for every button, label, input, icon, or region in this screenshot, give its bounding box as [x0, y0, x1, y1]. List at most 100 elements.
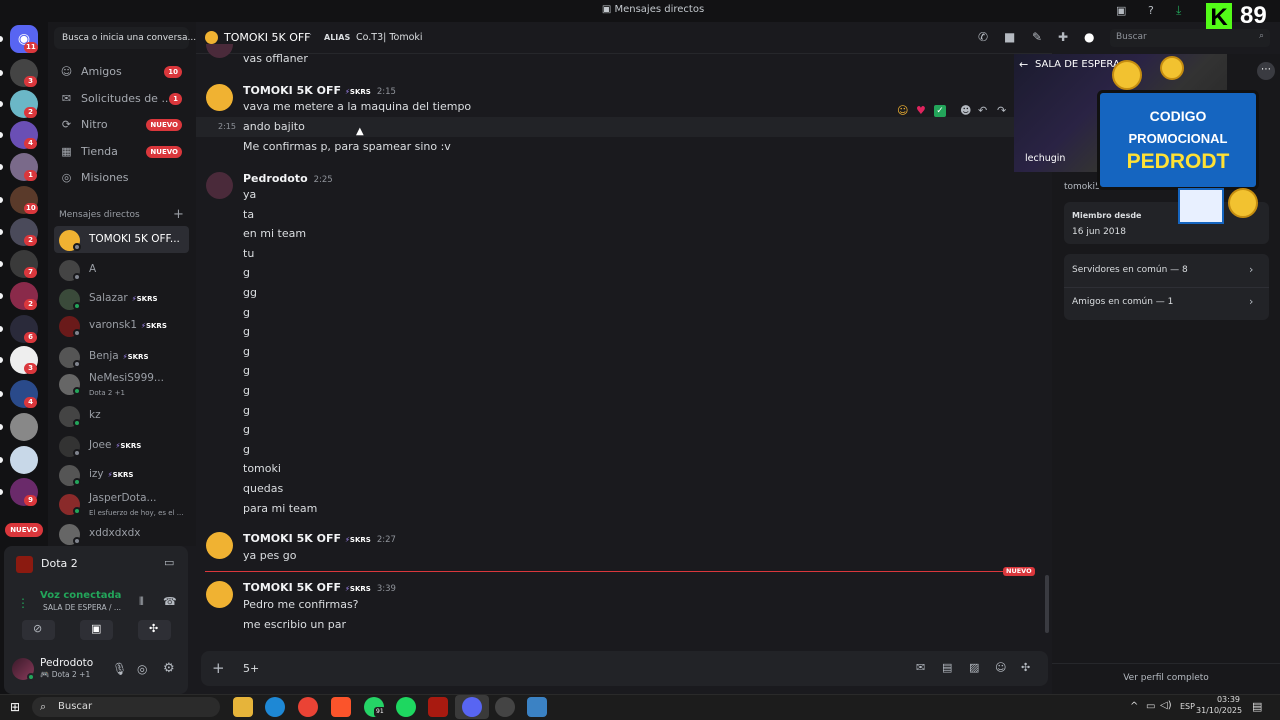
disconnect-icon[interactable]: ☎	[163, 595, 177, 608]
calculator-icon[interactable]	[527, 697, 547, 717]
download-icon[interactable]: ⤓	[1176, 3, 1181, 18]
dm-item[interactable]: izy ⚡SKRS	[54, 461, 189, 488]
message-timestamp: 2:15	[218, 122, 236, 131]
brave-icon[interactable]	[331, 697, 351, 717]
reaction-laugh-icon[interactable]: ☺	[897, 104, 908, 117]
search-input[interactable]: Buscar ⌕	[1110, 29, 1270, 47]
mutual-friends[interactable]: Amigos en común — 1	[1072, 297, 1173, 307]
tray-chevron-icon[interactable]: ^	[1130, 701, 1138, 712]
volume-icon[interactable]: ◁)	[1160, 700, 1172, 711]
nav-quests[interactable]: ◎ Misiones	[53, 166, 190, 190]
dm-item[interactable]: varonsk1 ⚡SKRS	[54, 312, 189, 339]
add-attachment-icon[interactable]: +	[212, 659, 225, 677]
mutual-servers[interactable]: Servidores en común — 8	[1072, 265, 1188, 275]
nav-shop[interactable]: ▦ Tienda NUEVO	[53, 140, 190, 164]
file-explorer-icon[interactable]	[233, 697, 253, 717]
member-since-date: 16 jun 2018	[1072, 227, 1126, 237]
video-off-button[interactable]: ⊘	[22, 620, 55, 640]
voice-activity-icon[interactable]: ⦀	[139, 595, 144, 609]
new-servers-badge[interactable]: NUEVO	[5, 523, 43, 537]
help-icon[interactable]: ?	[1148, 4, 1154, 17]
reply-icon[interactable]: ↶	[978, 104, 987, 117]
discord-taskbar-icon[interactable]	[462, 697, 482, 717]
headphones-icon[interactable]: ◎	[137, 662, 147, 676]
server-icon[interactable]	[10, 446, 38, 474]
create-dm-icon[interactable]: +	[173, 207, 184, 222]
nav-label: Nitro	[81, 118, 108, 131]
dota-taskbar-icon[interactable]	[428, 697, 448, 717]
message-avatar[interactable]	[206, 532, 233, 559]
find-conversation-button[interactable]: Busca o inicia una conversa...	[54, 27, 196, 49]
more-options-icon[interactable]: ⋯	[1257, 62, 1275, 80]
voice-channel[interactable]: SALA DE ESPERA / ...	[43, 603, 121, 612]
inbox-icon[interactable]: ▣	[1116, 4, 1126, 17]
dm-item[interactable]: TOMOKI 5K OFF...	[54, 226, 189, 253]
message-author[interactable]: TOMOKI 5K OFF ⚡SKRS 2:27	[243, 532, 396, 545]
settings-icon[interactable]: ⚙	[163, 661, 175, 676]
back-icon[interactable]: ←	[1019, 58, 1028, 71]
new-messages-divider	[205, 571, 1031, 572]
message-avatar[interactable]	[206, 581, 233, 608]
message-avatar[interactable]	[206, 172, 233, 199]
message-actions: ☺ ♥ ✓ ☻ ↶ ↷	[897, 104, 1017, 120]
apps-icon[interactable]: ✣	[1021, 661, 1030, 674]
dm-name: TOMOKI 5K OFF...	[89, 233, 180, 245]
voice-status[interactable]: Voz conectada	[40, 590, 121, 601]
message-author[interactable]: Pedrodoto 2:25	[243, 172, 333, 185]
chevron-right-icon: ›	[1249, 263, 1254, 276]
message-author[interactable]: TOMOKI 5K OFF ⚡SKRS 3:39	[243, 581, 396, 594]
dm-item[interactable]: kz	[54, 402, 189, 429]
forward-icon[interactable]: ↷	[997, 104, 1006, 117]
dm-item[interactable]: A	[54, 256, 189, 283]
nav-requests[interactable]: ✉ Solicitudes de ... 1	[53, 87, 190, 111]
dm-item[interactable]: Benja ⚡SKRS	[54, 343, 189, 370]
chrome-icon[interactable]	[298, 697, 318, 717]
reaction-check-icon[interactable]: ✓	[934, 105, 946, 117]
viewer-count: 89	[1240, 2, 1267, 29]
network-icon[interactable]: ▭	[1146, 701, 1155, 712]
edge-icon[interactable]	[265, 697, 285, 717]
view-full-profile-link[interactable]: Ver perfil completo	[1052, 673, 1280, 683]
activities-button[interactable]: ✣	[138, 620, 171, 640]
notifications-icon[interactable]: ▤	[1252, 700, 1262, 713]
nav-nitro[interactable]: ⟳ Nitro NUEVO	[53, 113, 190, 137]
requests-icon: ✉	[61, 91, 72, 105]
screen-icon[interactable]: ▭	[164, 556, 174, 569]
spotify-icon[interactable]	[396, 697, 416, 717]
dm-item[interactable]: Salazar ⚡SKRS	[54, 285, 189, 312]
emoji-icon[interactable]: ☺	[995, 661, 1006, 674]
message-avatar[interactable]	[206, 84, 233, 111]
chat-scrollbar[interactable]	[1045, 575, 1049, 633]
clock-time[interactable]: 03:39	[1202, 695, 1240, 704]
dm-activity: Dota 2 +1	[89, 389, 125, 397]
user-name[interactable]: Pedrodoto	[40, 657, 93, 669]
user-activity-text: Dota 2 +1	[51, 670, 91, 679]
obs-icon[interactable]	[495, 697, 515, 717]
sticker-icon[interactable]: ▨	[969, 661, 979, 674]
add-reaction-icon[interactable]: ☻	[960, 104, 971, 117]
video-call-icon[interactable]: ■	[1004, 30, 1015, 44]
input-counter: 5+	[243, 662, 260, 675]
pin-icon[interactable]: ✎	[1032, 30, 1042, 44]
dm-item[interactable]: NeMesiS999... Dota 2 +1	[54, 370, 189, 397]
server-badge: 1	[24, 170, 37, 181]
guild-tag: ⚡SKRS	[131, 295, 158, 303]
windows-start-icon[interactable]: ⊞	[10, 700, 20, 714]
user-profile-icon[interactable]: ●	[1084, 30, 1094, 44]
microphone-icon[interactable]: 🎙︎	[112, 662, 127, 676]
gift-icon[interactable]: ✉	[916, 661, 925, 674]
message-text: ta	[243, 207, 255, 221]
server-icon[interactable]	[10, 413, 38, 441]
language-indicator[interactable]: ESP	[1180, 702, 1195, 711]
dm-item[interactable]: xddxdxdx	[54, 520, 189, 547]
nav-friends[interactable]: ☺ Amigos 10	[53, 60, 190, 84]
voice-call-icon[interactable]: ✆	[978, 30, 988, 44]
dm-item[interactable]: Joee ⚡SKRS	[54, 432, 189, 459]
reaction-heart-icon[interactable]: ♥	[916, 104, 926, 117]
dm-item[interactable]: JasperDota... El esfuerzo de hoy, es el .…	[54, 490, 189, 517]
add-friends-icon[interactable]: ✚	[1058, 30, 1068, 44]
clock-date[interactable]: 31/10/2025	[1196, 706, 1242, 715]
message-author[interactable]: TOMOKI 5K OFF ⚡SKRS 2:15	[243, 84, 396, 97]
gif-icon[interactable]: ▤	[942, 661, 952, 674]
share-screen-button[interactable]: ▣	[80, 620, 113, 640]
